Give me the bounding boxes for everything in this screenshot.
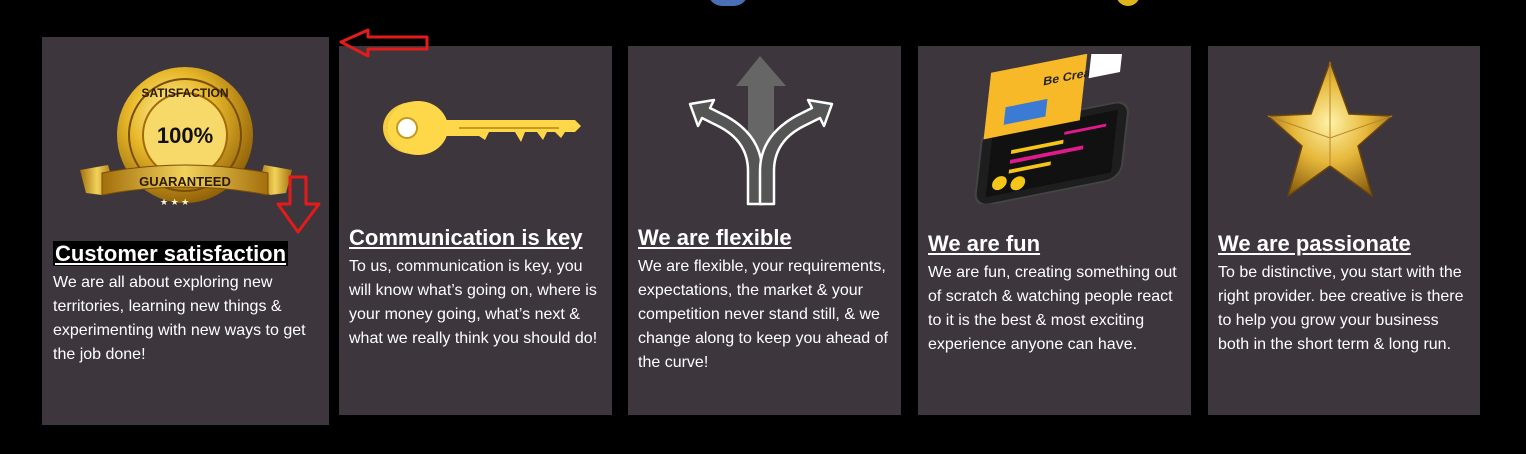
card-body: To be distinctive, you start with the ri… bbox=[1218, 264, 1464, 353]
svg-text:★ ★ ★: ★ ★ ★ bbox=[160, 197, 189, 207]
card-title: We are fun bbox=[928, 231, 1041, 256]
phone-mockup-icon: Be Creative bbox=[918, 46, 1191, 206]
card-title: We are flexible bbox=[638, 225, 792, 250]
badge-top-text: SATISFACTION bbox=[141, 86, 228, 100]
card-flexible: We are flexible We are flexible, your re… bbox=[628, 46, 901, 415]
badge-ribbon-text: GUARANTEED bbox=[139, 174, 231, 189]
card-title: Customer satisfaction bbox=[53, 241, 289, 266]
card-body: We are fun, creating something out of sc… bbox=[928, 264, 1177, 353]
card-fun: Be Creative We are fun We are fun, creat… bbox=[918, 46, 1191, 415]
card-passionate: We are passionate To be distinctive, you… bbox=[1208, 46, 1480, 415]
card-title: Communication is key bbox=[349, 225, 583, 250]
card-body: We are all about exploring new territori… bbox=[53, 274, 306, 363]
star-icon bbox=[1208, 58, 1480, 208]
card-body: To us, communication is key, you will kn… bbox=[349, 258, 598, 347]
top-decoration-yellow bbox=[1116, 0, 1140, 6]
card-title: We are passionate bbox=[1218, 231, 1411, 256]
top-decoration-blue bbox=[708, 0, 748, 6]
key-icon bbox=[339, 76, 612, 196]
card-body: We are flexible, your requirements, expe… bbox=[638, 258, 888, 371]
split-arrows-icon bbox=[628, 56, 901, 206]
left-arrow-annotation-icon bbox=[339, 28, 429, 58]
card-communication: Communication is key To us, communicatio… bbox=[339, 46, 612, 415]
badge-center-text: 100% bbox=[157, 123, 213, 148]
down-arrow-annotation-icon bbox=[276, 175, 321, 234]
